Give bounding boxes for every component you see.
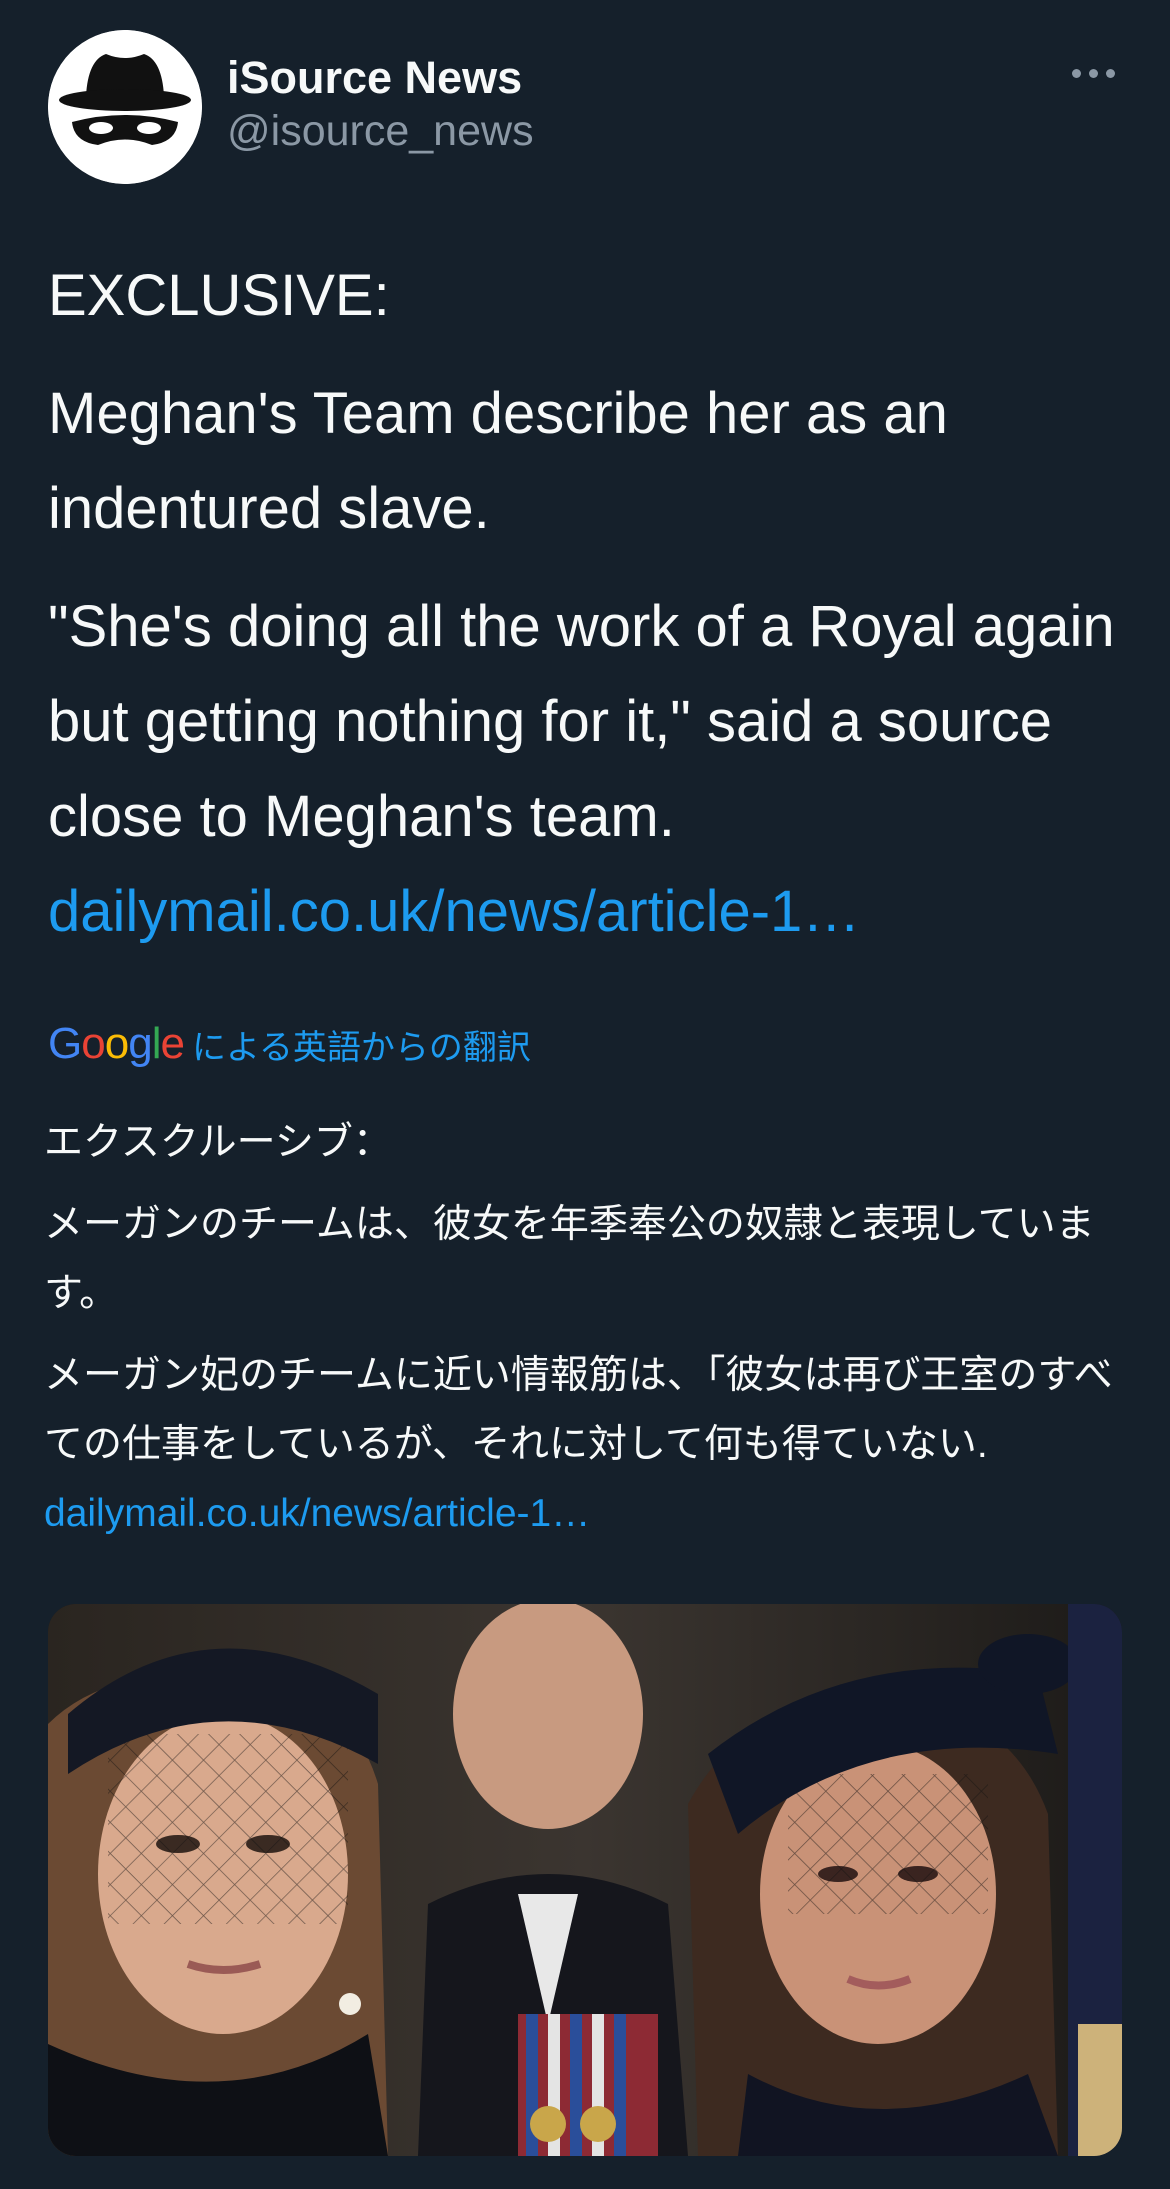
translated-text: エクスクルーシブ： メーガンのチームは、彼女を年季奉公の奴隷と表現しています。 …	[44, 1108, 1129, 1548]
google-logo-letter: o	[81, 1019, 106, 1068]
avatar[interactable]	[48, 30, 202, 184]
display-name[interactable]: iSource News	[227, 52, 534, 104]
google-logo-letter: l	[151, 1019, 162, 1068]
post-text: EXCLUSIVE: Meghan's Team describe her as…	[48, 248, 1128, 959]
spy-hat-mask-icon	[48, 30, 202, 184]
translation-label[interactable]: による英語からの翻訳	[192, 1020, 531, 1069]
translated-article-link[interactable]: dailymail.co.uk/news/article-1…	[44, 1492, 590, 1535]
google-logo-letter: G	[48, 1019, 82, 1068]
translated-paragraph: メーガン妃のチームに近い情報筋は、「彼女は再び王室のすべての仕事をしているが、そ…	[44, 1341, 1129, 1548]
article-link[interactable]: dailymail.co.uk/news/article-1…	[48, 879, 860, 944]
post-paragraph: EXCLUSIVE:	[48, 263, 390, 328]
google-logo: Google	[48, 1019, 185, 1069]
translated-paragraph: エクスクルーシブ：	[44, 1121, 392, 1164]
post-photo[interactable]	[48, 1604, 1122, 2156]
post-paragraph-text: "She's doing all the work of a Royal aga…	[48, 594, 1115, 849]
more-horizontal-icon[interactable]	[1072, 66, 1116, 80]
photo-illustration	[48, 1604, 1122, 2156]
user-handle[interactable]: @isource_news	[227, 106, 534, 158]
translated-paragraph: メーガンのチームは、彼女を年季奉公の奴隷と表現しています。	[44, 1203, 1095, 1315]
translated-paragraph-text: メーガン妃のチームに近い情報筋は、「彼女は再び王室のすべての仕事をしているが、そ…	[44, 1354, 1113, 1466]
google-logo-letter: g	[128, 1019, 153, 1068]
user-names: iSource News @isource_news	[227, 52, 534, 157]
post-paragraph: Meghan's Team describe her as an indentu…	[48, 381, 948, 541]
post-paragraph: "She's doing all the work of a Royal aga…	[48, 579, 1128, 959]
google-logo-letter: o	[104, 1019, 130, 1068]
google-logo-letter: e	[160, 1019, 185, 1068]
translation-credit: Google による英語からの翻訳	[48, 1014, 531, 1074]
post-header: iSource News @isource_news	[48, 30, 1122, 185]
